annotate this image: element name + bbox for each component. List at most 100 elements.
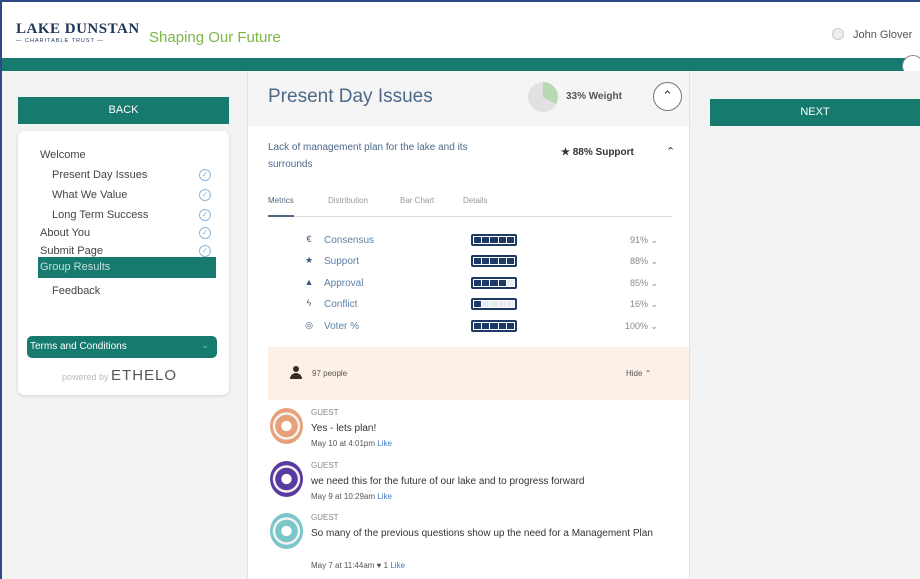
- hide-button[interactable]: Hide ⌃: [626, 369, 651, 378]
- tab-details[interactable]: Details: [463, 195, 487, 217]
- check-circle-icon: ✓: [199, 227, 211, 239]
- weight-label: 33% Weight: [566, 91, 622, 102]
- comment-time: May 7 at 11:44am ♥ 1: [311, 561, 389, 570]
- sidebar-item-submit-page[interactable]: Submit Page: [40, 244, 103, 258]
- metric-bar-segment: [490, 237, 498, 243]
- check-circle-icon: ✓: [199, 209, 211, 221]
- sidebar-item-what-we-value[interactable]: What We Value: [52, 188, 127, 202]
- powered-by-ethelo: powered by ETHELO: [62, 367, 177, 384]
- metric-bar-segment: [482, 237, 490, 243]
- metric-bar-segment: [482, 323, 490, 329]
- support-badge: ★ 88% Support: [561, 147, 634, 158]
- metric-bar-segment: [474, 301, 482, 307]
- comment-text: Yes - lets plan!: [311, 423, 377, 434]
- thumbs-up-icon: ▲: [304, 277, 314, 287]
- metric-bar-segment: [474, 237, 482, 243]
- metrics-tabs: Metrics Distribution Bar Chart Details: [268, 195, 672, 217]
- sidebar-item-welcome[interactable]: Welcome: [40, 148, 86, 162]
- metric-bar-segment: [498, 280, 506, 286]
- tab-distribution[interactable]: Distribution: [328, 195, 368, 217]
- metric-row-voter: ◎ Voter % 100% ⌄: [303, 320, 673, 334]
- issue-header: Present Day Issues 33% Weight ⌃: [248, 71, 689, 126]
- metric-bar-segment: [490, 323, 498, 329]
- person-icon: [290, 366, 302, 380]
- people-count: 97 people: [312, 369, 348, 378]
- like-link[interactable]: Like: [377, 492, 392, 501]
- metric-bar-segment: [474, 280, 482, 286]
- sidebar-nav: Welcome Present Day Issues ✓ What We Val…: [18, 131, 229, 395]
- powered-by-label: powered by: [62, 372, 109, 382]
- comment-time: May 10 at 4:01pm: [311, 439, 376, 448]
- metric-row-conflict: ϟ Conflict 16% ⌄: [303, 298, 673, 312]
- check-circle-icon: ✓: [199, 189, 211, 201]
- metric-bar-segment: [506, 280, 515, 286]
- terms-label: Terms and Conditions: [30, 341, 127, 352]
- sidebar-item-long-term-success[interactable]: Long Term Success: [52, 208, 148, 222]
- comment-author: GUEST: [311, 461, 339, 470]
- comment-item: GUEST So many of the previous questions …: [270, 513, 670, 577]
- star-icon: ★: [304, 255, 314, 265]
- comment-meta: May 7 at 11:44am ♥ 1 Like: [311, 561, 405, 570]
- back-button[interactable]: BACK: [18, 97, 229, 124]
- metric-bar-segment: [506, 323, 515, 329]
- next-button[interactable]: NEXT: [710, 99, 920, 126]
- euro-icon: €: [306, 234, 312, 244]
- metric-label: Approval: [324, 278, 364, 289]
- check-circle-icon: ✓: [199, 169, 211, 181]
- issue-description: Lack of management plan for the lake and…: [268, 142, 468, 170]
- sidebar-item-present-day-issues[interactable]: Present Day Issues: [52, 168, 147, 182]
- site-header: LAKE DUNSTAN — CHARITABLE TRUST — Shapin…: [2, 2, 920, 58]
- avatar: [270, 408, 303, 444]
- chevron-up-icon[interactable]: ⌃: [666, 145, 675, 158]
- metric-value[interactable]: 85% ⌄: [618, 278, 658, 289]
- progress-bar: [2, 58, 920, 71]
- user-circle-icon[interactable]: [832, 28, 844, 40]
- metric-bar-segment: [498, 258, 506, 264]
- metric-row-support: ★ Support 88% ⌄: [303, 255, 673, 269]
- avatar: [270, 513, 303, 549]
- sidebar-item-feedback[interactable]: Feedback: [52, 284, 100, 298]
- metric-value[interactable]: 88% ⌄: [618, 256, 658, 267]
- metric-label: Voter %: [324, 321, 360, 332]
- tab-metrics[interactable]: Metrics: [268, 195, 294, 217]
- collapse-button[interactable]: ⌃: [653, 82, 682, 111]
- metric-bar-segment: [490, 301, 498, 307]
- avatar: [270, 461, 303, 497]
- comment-item: GUEST we need this for the future of our…: [270, 461, 670, 509]
- lake-dunstan-logo[interactable]: LAKE DUNSTAN — CHARITABLE TRUST —: [16, 21, 140, 45]
- sidebar-item-label: Group Results: [40, 261, 111, 273]
- metric-bar-segment: [474, 258, 482, 264]
- comment-time: May 9 at 10:29am: [311, 492, 376, 501]
- comment-item: GUEST Yes - lets plan! May 10 at 4:01pm …: [270, 408, 670, 456]
- metric-bar-segment: [498, 237, 506, 243]
- check-circle-icon: ✓: [199, 245, 211, 257]
- tab-bar-chart[interactable]: Bar Chart: [400, 195, 434, 217]
- metric-row-consensus: € Consensus 91% ⌄: [303, 234, 673, 248]
- metric-bar-segment: [482, 301, 490, 307]
- people-bar: 97 people Hide ⌃: [268, 347, 689, 400]
- metric-bar-segment: [506, 237, 515, 243]
- comment-author: GUEST: [311, 408, 339, 417]
- metric-bar: [471, 320, 517, 332]
- metric-bar-segment: [490, 258, 498, 264]
- terms-and-conditions-button[interactable]: Terms and Conditions ⌄: [27, 336, 217, 358]
- metric-row-approval: ▲ Approval 85% ⌄: [303, 277, 673, 291]
- ethelo-logo: ETHELO: [111, 367, 178, 384]
- metric-bar: [471, 234, 517, 246]
- logo-title: LAKE DUNSTAN: [16, 21, 140, 37]
- metric-bar-segment: [498, 301, 506, 307]
- comment-meta: May 10 at 4:01pm Like: [311, 439, 392, 448]
- metric-value[interactable]: 16% ⌄: [618, 299, 658, 310]
- metric-value[interactable]: 100% ⌄: [618, 321, 658, 332]
- weight-pie-icon: [528, 82, 558, 112]
- logo-subtitle: — CHARITABLE TRUST —: [16, 38, 104, 44]
- metric-value[interactable]: 91% ⌄: [618, 235, 658, 246]
- sidebar-item-group-results[interactable]: Group Results: [38, 257, 216, 278]
- sidebar-item-about-you[interactable]: About You: [40, 226, 90, 240]
- tagline: Shaping Our Future: [149, 29, 281, 46]
- user-name[interactable]: John Glover: [853, 29, 912, 41]
- metric-label: Consensus: [324, 235, 375, 246]
- like-link[interactable]: Like: [390, 561, 405, 570]
- metric-bar: [471, 298, 517, 310]
- like-link[interactable]: Like: [377, 439, 392, 448]
